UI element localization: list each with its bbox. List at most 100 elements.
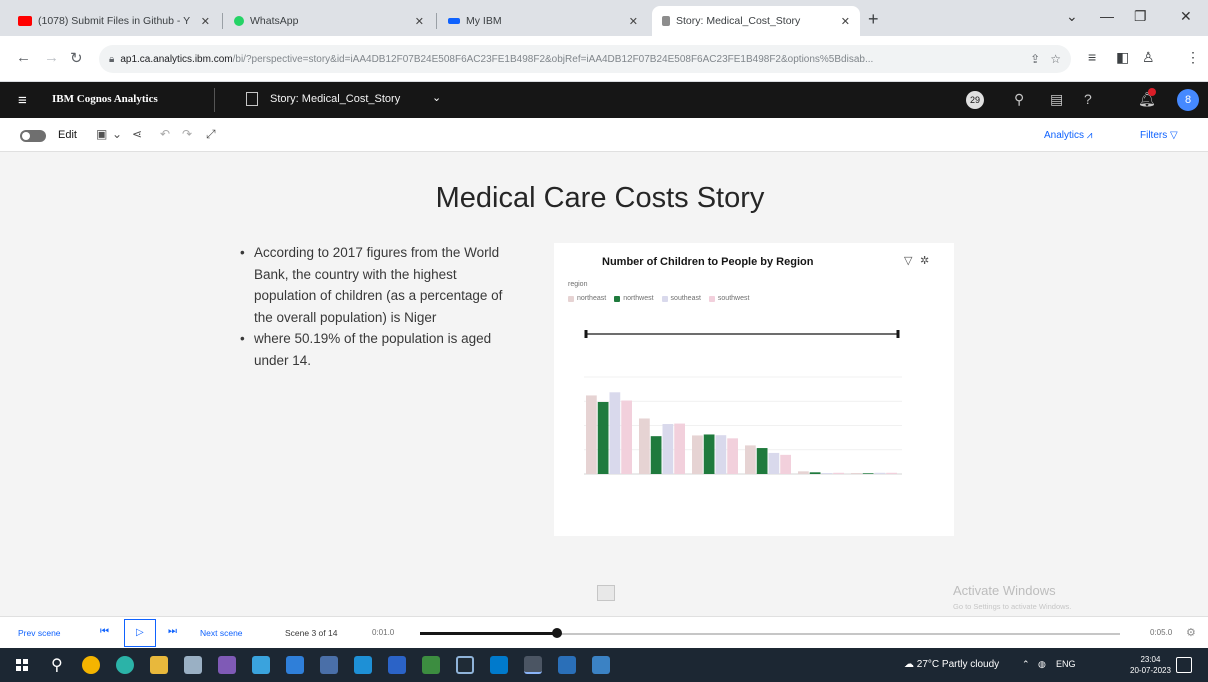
search-icon[interactable]: ⚲ — [1014, 91, 1024, 108]
edit-toggle[interactable] — [20, 130, 46, 142]
file-explorer-icon[interactable] — [150, 656, 168, 674]
restore-icon[interactable]: ❐ — [1134, 8, 1147, 25]
system-clock[interactable]: 23:04 20-07-2023 — [1130, 654, 1171, 676]
new-tab-icon[interactable]: + — [868, 9, 879, 30]
search-icon[interactable]: ⚲ — [51, 655, 63, 675]
chart-widget[interactable]: Number of Children to People by Region ▽… — [554, 243, 954, 536]
app-icon[interactable] — [388, 656, 406, 674]
bar-northwest-5[interactable] — [862, 473, 874, 474]
share-icon[interactable]: ⋖ — [132, 127, 142, 141]
app-icon[interactable] — [218, 656, 236, 674]
tray-arrow-icon[interactable]: ⌃ — [1022, 659, 1030, 670]
mail-icon[interactable] — [286, 656, 304, 674]
next-scene-button[interactable]: Next scene — [200, 628, 243, 638]
url-field[interactable]: 🔒︎ ap1.ca.analytics.ibm.com/bi/?perspect… — [99, 45, 1071, 73]
bar-northwest-1[interactable] — [650, 436, 662, 474]
analytics-button[interactable]: Analytics ⩘ — [1044, 130, 1092, 141]
app-icon[interactable] — [252, 656, 270, 674]
undo-icon[interactable]: ↶ — [160, 127, 170, 141]
windows-start-icon[interactable] — [16, 659, 28, 671]
story-name[interactable]: Story: Medical_Cost_Story — [270, 93, 400, 105]
browser-tab-story[interactable]: Story: Medical_Cost_Story ✕ — [652, 6, 860, 36]
chrome-icon[interactable] — [82, 656, 100, 674]
store-icon[interactable] — [184, 656, 202, 674]
app-icon[interactable] — [422, 656, 440, 674]
bar-northwest-0[interactable] — [597, 401, 609, 474]
back-icon[interactable]: ← — [16, 49, 31, 66]
redo-icon[interactable]: ↷ — [182, 127, 192, 141]
user-avatar[interactable]: 8 — [1177, 89, 1199, 111]
bar-northwest-3[interactable] — [756, 448, 768, 474]
range-slider-handle[interactable] — [896, 330, 900, 338]
reading-list-icon[interactable]: ≡ — [1088, 49, 1096, 65]
vscode-icon[interactable] — [490, 656, 508, 674]
hamburger-menu-icon[interactable]: ≡ — [18, 92, 27, 109]
action-center-icon[interactable] — [1176, 657, 1192, 673]
bar-southeast-2[interactable] — [715, 435, 727, 474]
chevron-down-icon[interactable]: ⌄ — [432, 91, 441, 104]
app-icon[interactable] — [456, 656, 474, 674]
bar-northeast-4[interactable] — [798, 471, 809, 474]
range-slider-handle[interactable] — [584, 330, 588, 338]
help-icon[interactable]: ? — [1084, 91, 1092, 107]
bar-southeast-5[interactable] — [874, 472, 886, 474]
bar-northwest-4[interactable] — [809, 472, 821, 474]
share-icon[interactable]: ⇪ — [1030, 52, 1040, 66]
sidebar-icon[interactable]: ◧ — [1116, 49, 1129, 66]
browser-tab-my-ibm[interactable]: My IBM ✕ — [438, 6, 648, 36]
expand-icon[interactable]: ⤢ — [206, 127, 216, 142]
prev-scene-button[interactable]: Prev scene — [18, 628, 61, 638]
reload-icon[interactable]: ↻ — [70, 49, 83, 67]
chevron-down-icon[interactable]: ⌄ — [112, 127, 122, 141]
bar-southeast-1[interactable] — [662, 424, 674, 474]
chrome-active-icon[interactable] — [524, 656, 542, 674]
window-close-icon[interactable]: ✕ — [1180, 8, 1192, 25]
app-icon[interactable] — [320, 656, 338, 674]
bar-northeast-5[interactable] — [851, 473, 862, 474]
bar-southwest-2[interactable] — [727, 438, 738, 474]
close-icon[interactable]: ✕ — [841, 15, 850, 28]
bar-northeast-1[interactable] — [639, 418, 650, 474]
scene-thumbnail-icon[interactable] — [597, 585, 615, 601]
tab-search-icon[interactable]: ⌄ — [1066, 8, 1078, 25]
bar-southeast-0[interactable] — [609, 392, 621, 474]
language-indicator[interactable]: ENG — [1056, 659, 1076, 669]
app-icon[interactable] — [354, 656, 372, 674]
close-icon[interactable]: ✕ — [415, 15, 424, 28]
app-icon[interactable] — [558, 656, 576, 674]
network-icon[interactable]: ◍ — [1038, 659, 1046, 670]
browser-tab-youtube[interactable]: (1078) Submit Files in Github - Y ✕ — [8, 6, 220, 36]
bar-northeast-2[interactable] — [692, 435, 703, 474]
bar-southwest-4[interactable] — [833, 472, 844, 474]
profile-icon[interactable]: ♙ — [1142, 49, 1155, 66]
bar-southwest-3[interactable] — [780, 454, 791, 474]
bar-northeast-0[interactable] — [586, 395, 597, 474]
bar-southeast-4[interactable] — [821, 473, 833, 474]
photos-icon[interactable] — [592, 656, 610, 674]
skip-forward-icon[interactable]: ⏭︎ — [168, 626, 177, 637]
settings-icon[interactable]: ⚙ — [1186, 626, 1196, 639]
bar-southwest-1[interactable] — [674, 423, 685, 474]
filters-button[interactable]: Filters ▽ — [1140, 130, 1178, 141]
bar-northwest-2[interactable] — [703, 434, 715, 474]
browser-menu-icon[interactable]: ⋮ — [1186, 49, 1200, 66]
save-icon[interactable]: ▣ — [96, 127, 107, 141]
edge-icon[interactable] — [116, 656, 134, 674]
close-icon[interactable]: ✕ — [629, 15, 638, 28]
weather-widget[interactable]: ☁ 27°C Partly cloudy — [904, 659, 999, 670]
minimize-icon[interactable]: — — [1100, 8, 1114, 24]
assistant-icon[interactable]: 29 — [966, 91, 984, 109]
bar-southwest-5[interactable] — [886, 472, 897, 474]
chat-icon[interactable]: ▤ — [1050, 91, 1063, 108]
browser-tab-whatsapp[interactable]: WhatsApp ✕ — [224, 6, 434, 36]
scene-counter[interactable]: Scene 3 of 14 — [285, 628, 337, 638]
forward-icon[interactable]: → — [44, 49, 59, 66]
bar-northeast-3[interactable] — [745, 445, 756, 474]
skip-back-icon[interactable]: ⏮︎ — [100, 626, 109, 637]
bar-southwest-0[interactable] — [621, 400, 632, 474]
close-icon[interactable]: ✕ — [201, 15, 210, 28]
bookmark-star-icon[interactable]: ☆ — [1050, 52, 1061, 66]
bar-southeast-3[interactable] — [768, 452, 780, 474]
timeline-scrubber[interactable] — [552, 628, 563, 638]
play-button[interactable]: ▷ — [124, 619, 156, 647]
